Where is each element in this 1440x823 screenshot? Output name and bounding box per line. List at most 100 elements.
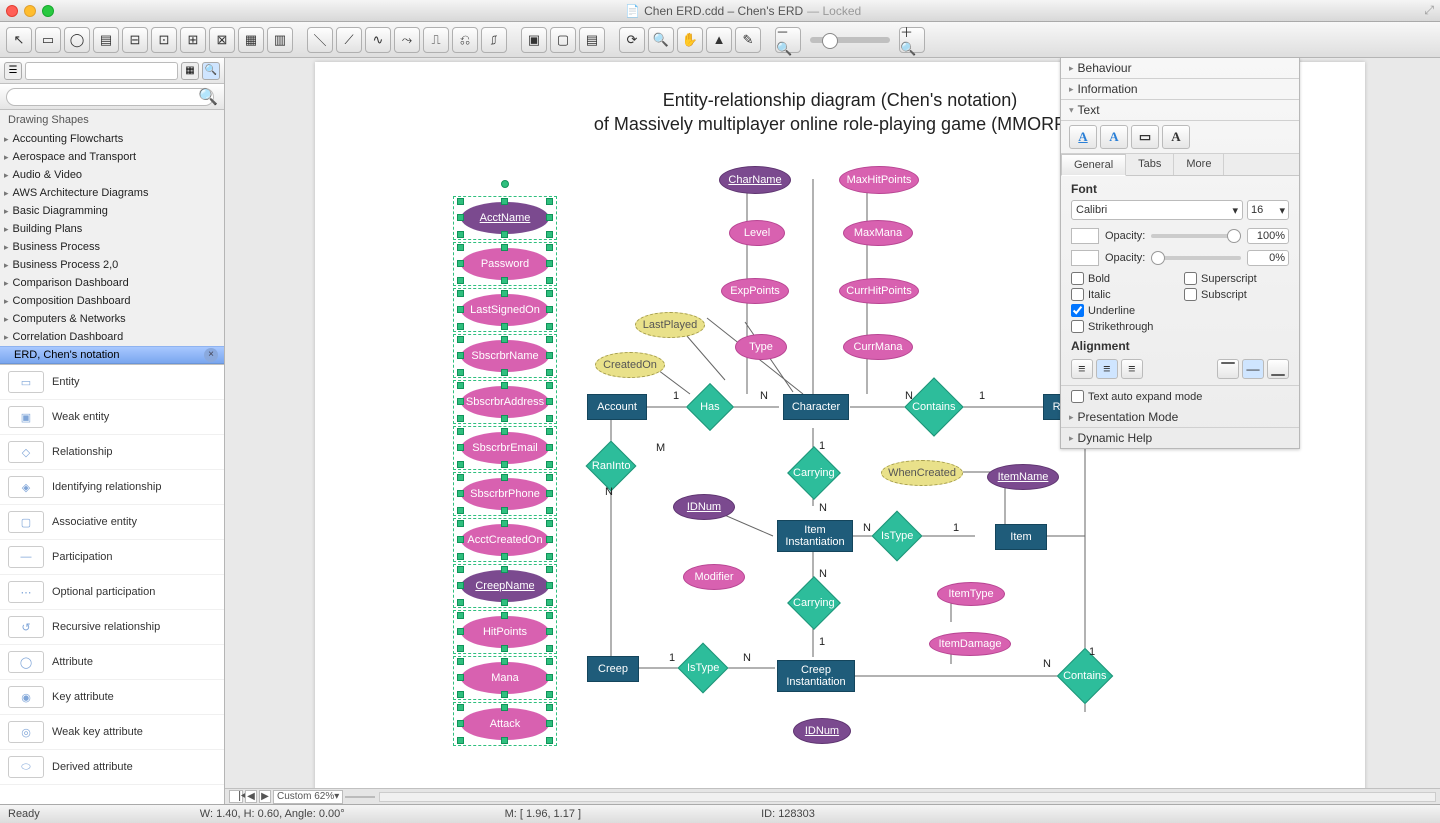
library-category[interactable]: Basic Diagramming <box>0 202 224 220</box>
font-size-input[interactable]: 16▾ <box>1247 200 1289 220</box>
round-connector-tool[interactable]: ⎌ <box>452 27 478 53</box>
library-tree-icon[interactable]: ☰ <box>4 62 22 80</box>
panel-section-behaviour[interactable]: ▸Behaviour <box>1061 58 1299 79</box>
zoom-in-button[interactable]: ＋🔍 <box>899 27 925 53</box>
library-category[interactable]: Business Process 2,0 <box>0 256 224 274</box>
search-library-icon[interactable]: 🔍 <box>202 62 220 80</box>
attr-itemdamage[interactable]: ItemDamage <box>929 632 1011 656</box>
attr-level[interactable]: Level <box>729 220 785 246</box>
selected-attr[interactable]: SbscrbrName <box>461 340 549 372</box>
arrow-connector-tool[interactable]: ⎎ <box>481 27 507 53</box>
eyedropper-tool[interactable]: ✎ <box>735 27 761 53</box>
rel-istype2[interactable]: IsType <box>678 643 729 694</box>
entity-creep-instantiation[interactable]: Creep Instantiation <box>777 660 855 692</box>
ungroup-tool[interactable]: ▢ <box>550 27 576 53</box>
shape-palette-item[interactable]: ◈Identifying relationship <box>0 470 224 505</box>
align-left-icon[interactable]: ≡ <box>1071 359 1093 379</box>
selected-attr[interactable]: Password <box>461 248 549 280</box>
tab-tabs[interactable]: Tabs <box>1126 154 1174 175</box>
lock-tool[interactable]: ▤ <box>579 27 605 53</box>
selected-attr[interactable]: AcctName <box>461 202 549 234</box>
page-next-icon[interactable]: ▶ <box>259 790 271 803</box>
auto-expand-row[interactable]: Text auto expand mode <box>1061 385 1299 407</box>
shape-palette-item[interactable]: ▣Weak entity <box>0 400 224 435</box>
branch-tool[interactable]: ⊠ <box>209 27 235 53</box>
entity-item[interactable]: Item <box>995 524 1047 550</box>
valign-top-icon[interactable]: ⎺ <box>1217 359 1239 379</box>
attr-modifier[interactable]: Modifier <box>683 564 745 590</box>
panel-section-text[interactable]: ▸Text <box>1061 100 1299 121</box>
table-tool[interactable]: ▥ <box>267 27 293 53</box>
pointer-tool[interactable]: ↖ <box>6 27 32 53</box>
grid-tool[interactable]: ▦ <box>238 27 264 53</box>
rel-carrying[interactable]: Carrying <box>787 446 841 500</box>
attr-whencreated[interactable]: WhenCreated <box>881 460 963 486</box>
shapes-search-input[interactable] <box>6 88 214 106</box>
shape-palette-item[interactable]: ◇Relationship <box>0 435 224 470</box>
selected-attr[interactable]: LastSignedOn <box>461 294 549 326</box>
selected-library[interactable]: ERD, Chen's notation × <box>0 346 224 364</box>
attr-idnum[interactable]: IDNum <box>673 494 735 520</box>
selected-attr[interactable]: Mana <box>461 662 549 694</box>
shape-palette-item[interactable]: —Participation <box>0 540 224 575</box>
selected-attributes-column[interactable]: AcctName Password LastSignedOn SbscrbrName S… <box>455 202 555 754</box>
refresh-tool[interactable]: ⟳ <box>619 27 645 53</box>
panel-section-information[interactable]: ▸Information <box>1061 79 1299 100</box>
shape-palette-item[interactable]: ◎Weak key attribute <box>0 715 224 750</box>
attr-itemtype[interactable]: ItemType <box>937 582 1005 606</box>
rel-has[interactable]: Has <box>686 383 734 431</box>
auto-expand-checkbox[interactable] <box>1071 390 1084 403</box>
library-category[interactable]: Aerospace and Transport <box>0 148 224 166</box>
attr-charname[interactable]: CharName <box>719 166 791 194</box>
text-color-swatch[interactable] <box>1071 228 1099 244</box>
horizontal-scrollbar[interactable] <box>379 792 1436 802</box>
zoom-slider[interactable] <box>810 37 890 43</box>
text-underline-color-icon[interactable]: A <box>1069 125 1097 149</box>
library-category[interactable]: Building Plans <box>0 220 224 238</box>
subscript-checkbox[interactable]: Subscript <box>1184 288 1289 301</box>
bezier-tool[interactable]: ⤳ <box>394 27 420 53</box>
zoom-window-button[interactable] <box>42 5 54 17</box>
close-window-button[interactable] <box>6 5 18 17</box>
shape-palette-item[interactable]: ↺Recursive relationship <box>0 610 224 645</box>
spline-tool[interactable]: ∿ <box>365 27 391 53</box>
chain-tool[interactable]: ⊡ <box>151 27 177 53</box>
attr-lastplayed[interactable]: LastPlayed <box>635 312 705 338</box>
rel-carrying2[interactable]: Carrying <box>787 576 841 630</box>
minimize-window-button[interactable] <box>24 5 36 17</box>
ellipse-tool[interactable]: ◯ <box>64 27 90 53</box>
font-style-icon[interactable]: A <box>1162 125 1190 149</box>
superscript-checkbox[interactable]: Superscript <box>1184 272 1289 285</box>
valign-bottom-icon[interactable]: ⎽ <box>1267 359 1289 379</box>
page-prev-icon[interactable]: ◀ <box>245 790 257 803</box>
zoom-out-button[interactable]: －🔍 <box>775 27 801 53</box>
shape-palette-item[interactable]: ▭Entity <box>0 365 224 400</box>
bg-color-swatch[interactable] <box>1071 250 1099 266</box>
connect-tool[interactable]: ⊞ <box>180 27 206 53</box>
library-category[interactable]: Comparison Dashboard <box>0 274 224 292</box>
attr-maxmana[interactable]: MaxMana <box>843 220 913 246</box>
attr-maxhitpoints[interactable]: MaxHitPoints <box>839 166 919 194</box>
attr-currmana[interactable]: CurrMana <box>843 334 913 360</box>
line-tool[interactable]: ＼ <box>307 27 333 53</box>
font-family-select[interactable]: Calibri▾ <box>1071 200 1243 220</box>
shape-palette-item[interactable]: ▢Associative entity <box>0 505 224 540</box>
attr-idnum2[interactable]: IDNum <box>793 718 851 744</box>
library-category[interactable]: Audio & Video <box>0 166 224 184</box>
shape-palette-item[interactable]: ◯Attribute <box>0 645 224 680</box>
tree-tool[interactable]: ⊟ <box>122 27 148 53</box>
selected-attr[interactable]: AcctCreatedOn <box>461 524 549 556</box>
close-library-icon[interactable]: × <box>204 348 218 362</box>
attr-exppoints[interactable]: ExpPoints <box>721 278 789 304</box>
align-right-icon[interactable]: ≡ <box>1121 359 1143 379</box>
grid-view-icon[interactable]: ▦ <box>181 62 199 80</box>
entity-item-instantiation[interactable]: Item Instantiation <box>777 520 853 552</box>
align-center-icon[interactable]: ≡ <box>1096 359 1118 379</box>
library-filter-input[interactable] <box>25 62 178 80</box>
rectangle-tool[interactable]: ▭ <box>35 27 61 53</box>
panel-section-dynamic-help[interactable]: ▸Dynamic Help <box>1061 428 1299 448</box>
shape-palette-item[interactable]: ⬭Derived attribute <box>0 750 224 785</box>
selected-attr[interactable]: SbscrbrEmail <box>461 432 549 464</box>
panel-section-presentation[interactable]: ▸Presentation Mode <box>1061 407 1299 428</box>
selected-attr[interactable]: SbscrbrAddress <box>461 386 549 418</box>
